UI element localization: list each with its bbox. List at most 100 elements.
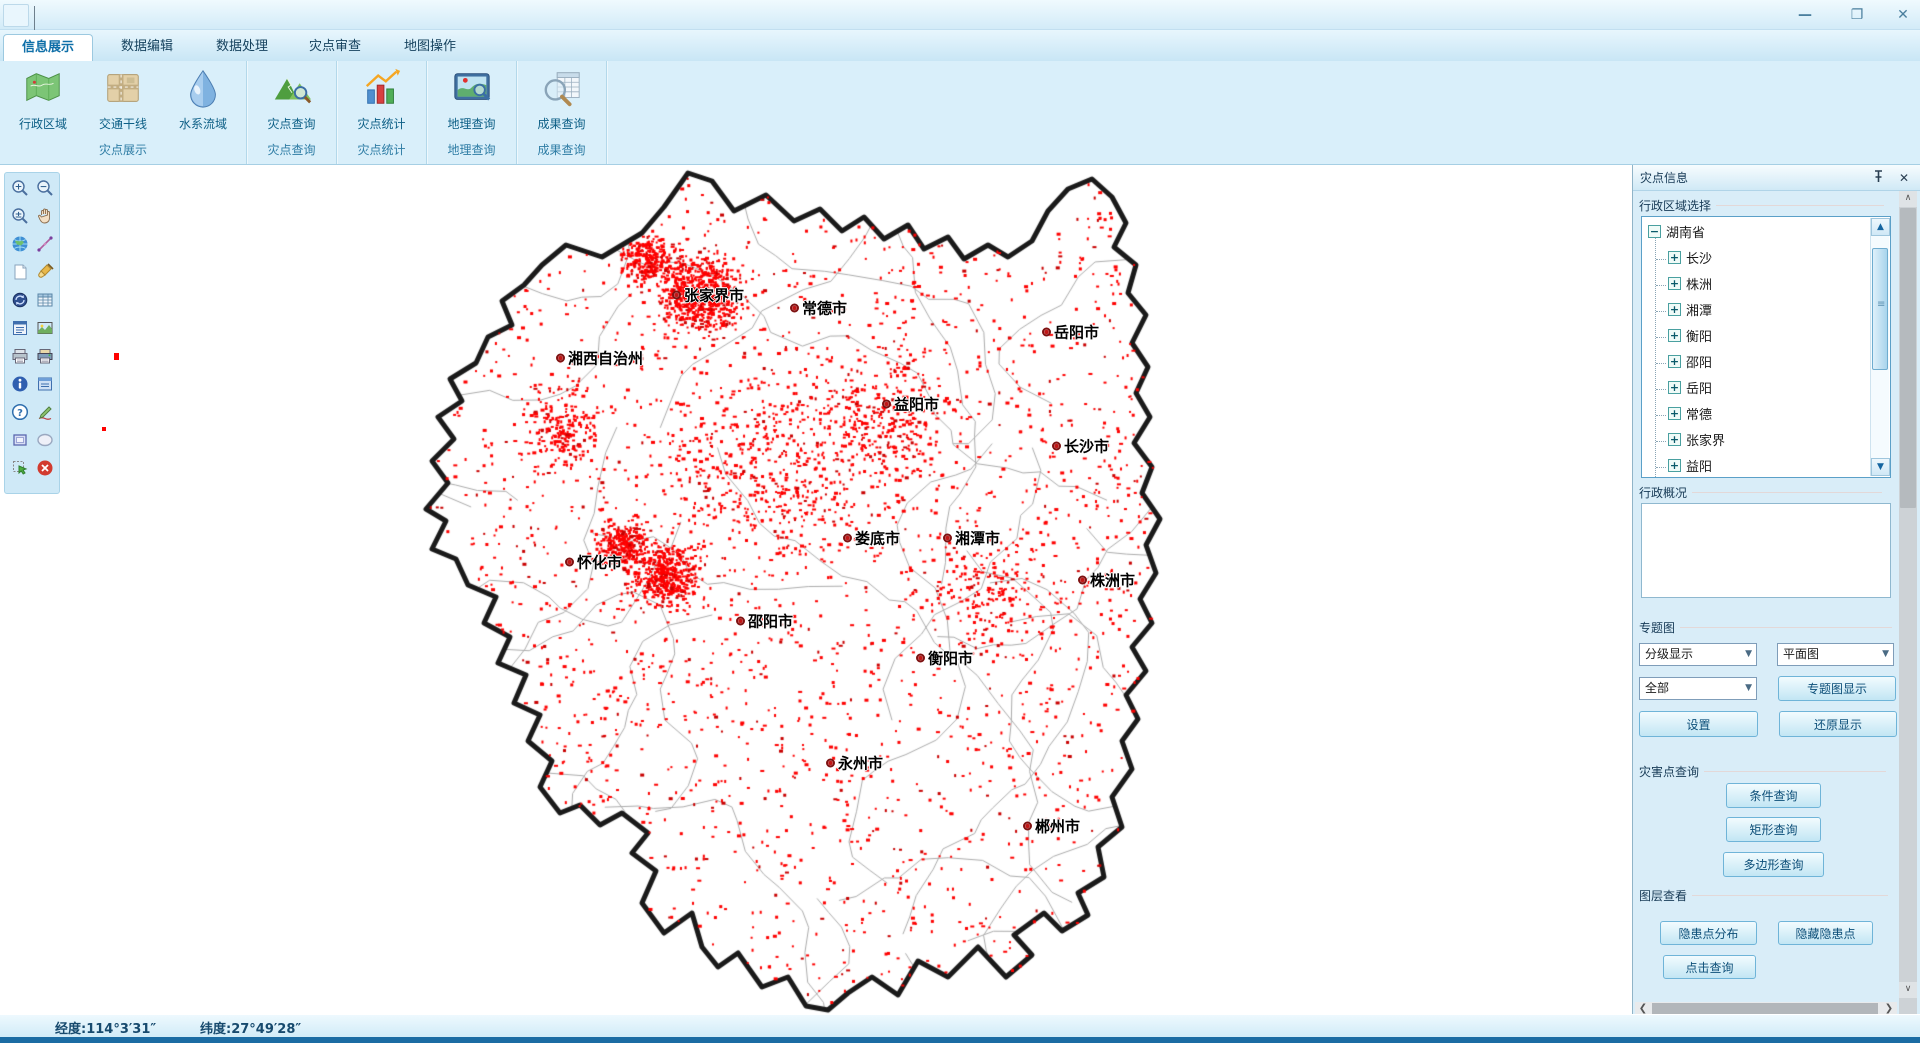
pan-tool[interactable] bbox=[32, 204, 57, 232]
pin-icon[interactable] bbox=[1869, 170, 1887, 187]
status-bar-bottom-strip bbox=[0, 1037, 1920, 1043]
clear-draw-tool[interactable] bbox=[32, 260, 57, 288]
select-feature-tool[interactable] bbox=[7, 456, 32, 484]
tree-item-changde[interactable]: +常德 bbox=[1668, 404, 1712, 423]
tab-disaster-review[interactable]: 灾点审查 bbox=[292, 34, 378, 61]
zoom-out-tool[interactable]: − bbox=[32, 176, 57, 204]
section-title-region-select: 行政区域选择 bbox=[1639, 197, 1884, 214]
chevron-down-icon[interactable]: ▼ bbox=[1882, 644, 1889, 665]
tree-item-hengyang[interactable]: +衡阳 bbox=[1668, 326, 1712, 345]
tab-map-operation[interactable]: 地图操作 bbox=[387, 34, 473, 61]
help-tool[interactable]: ? bbox=[7, 400, 32, 428]
restore-display-button[interactable]: 还原显示 bbox=[1779, 711, 1897, 737]
quick-access-box[interactable] bbox=[3, 4, 29, 27]
chevron-down-icon[interactable]: ▼ bbox=[1745, 678, 1752, 699]
expand-icon[interactable]: + bbox=[1668, 381, 1681, 394]
city-marker-icon bbox=[1023, 822, 1032, 831]
zoom-in-tool[interactable]: + bbox=[7, 176, 32, 204]
tab-data-process[interactable]: 数据处理 bbox=[199, 34, 285, 61]
scope-combobox[interactable]: 全部▼ bbox=[1639, 677, 1757, 700]
expand-icon[interactable]: + bbox=[1668, 303, 1681, 316]
result-query-button[interactable]: 成果查询 bbox=[522, 63, 602, 139]
admin-region-button[interactable]: 行政区域 bbox=[3, 63, 83, 139]
polygon-query-button[interactable]: 多边形查询 bbox=[1723, 852, 1824, 877]
refresh-tool[interactable] bbox=[7, 288, 32, 316]
tree-item-shaoyang[interactable]: + 邵阳 bbox=[1668, 352, 1712, 371]
map-canvas[interactable] bbox=[0, 165, 1632, 1014]
settings-button[interactable]: 设置 bbox=[1639, 711, 1758, 737]
sketch-tool[interactable] bbox=[32, 400, 57, 428]
close-button[interactable]: ✕ bbox=[1888, 4, 1918, 26]
ribbon-button-label: 地理查询 bbox=[447, 115, 495, 132]
expand-icon[interactable]: + bbox=[1668, 433, 1681, 446]
geo-query-button[interactable]: 地理查询 bbox=[432, 63, 512, 139]
panel-close-icon[interactable]: ✕ bbox=[1895, 170, 1913, 187]
water-system-button[interactable]: 水系流域 bbox=[163, 63, 243, 139]
hazard-distribution-button[interactable]: 隐患点分布 bbox=[1660, 921, 1757, 945]
expand-icon[interactable]: + bbox=[1668, 251, 1681, 264]
zoom-window-tool[interactable]: ± bbox=[7, 204, 32, 232]
condition-query-button[interactable]: 条件查询 bbox=[1726, 783, 1821, 808]
restore-button[interactable]: ❐ bbox=[1842, 4, 1872, 26]
traffic-lines-button[interactable]: 交通干线 bbox=[83, 63, 163, 139]
chevron-down-icon[interactable]: ▼ bbox=[1745, 644, 1752, 665]
identify-tool[interactable] bbox=[7, 372, 32, 400]
scroll-down-icon[interactable]: ∨ bbox=[1899, 982, 1917, 998]
section-title-thematic: 专题图 bbox=[1639, 619, 1892, 636]
export-image-tool[interactable] bbox=[32, 316, 57, 344]
print-preview-tool[interactable] bbox=[32, 344, 57, 372]
tree-item-zhuzhou[interactable]: +株洲 bbox=[1668, 274, 1712, 293]
tree-item-label: 邵阳 bbox=[1686, 352, 1712, 371]
select-ellipse-tool[interactable] bbox=[32, 428, 57, 456]
expand-icon[interactable]: + bbox=[1668, 459, 1681, 472]
disaster-stats-button[interactable]: 灾点统计 bbox=[342, 63, 422, 139]
click-query-button[interactable]: 点击查询 bbox=[1663, 955, 1756, 979]
expand-icon[interactable]: + bbox=[1668, 329, 1681, 342]
expand-icon[interactable]: + bbox=[1668, 407, 1681, 420]
ribbon-group-caption: 灾点统计 bbox=[337, 141, 426, 158]
attribute-table-tool[interactable] bbox=[32, 288, 57, 316]
panel-title: 灾点信息 bbox=[1640, 171, 1688, 185]
rectangle-query-button[interactable]: 矩形查询 bbox=[1726, 817, 1821, 842]
print-tool[interactable] bbox=[7, 344, 32, 372]
overview-window-tool[interactable] bbox=[32, 372, 57, 400]
tree-scroll-down-icon[interactable]: ▼ bbox=[1871, 458, 1890, 476]
tree-item-changsha[interactable]: +长沙 bbox=[1668, 248, 1712, 267]
expand-icon[interactable]: + bbox=[1668, 355, 1681, 368]
section-title-overview: 行政概况 bbox=[1639, 484, 1882, 501]
tree-item-zhangjiajie[interactable]: +张家界 bbox=[1668, 430, 1725, 449]
tree-item-yueyang[interactable]: +岳阳 bbox=[1668, 378, 1712, 397]
tree-scrollbar[interactable]: ▲ ▼ bbox=[1870, 218, 1889, 476]
tree-item-hunan[interactable]: −湖南省 bbox=[1648, 222, 1705, 241]
panel-vertical-scrollbar[interactable]: ∧ ∨ bbox=[1899, 191, 1917, 1014]
clear-page-tool[interactable] bbox=[7, 260, 32, 288]
tab-data-edit[interactable]: 数据编辑 bbox=[104, 34, 190, 61]
tree-scroll-up-icon[interactable]: ▲ bbox=[1871, 218, 1890, 236]
city-marker-icon bbox=[672, 291, 681, 300]
collapse-icon[interactable]: − bbox=[1648, 225, 1661, 238]
full-extent-tool[interactable] bbox=[7, 232, 32, 260]
tree-item-yiyang[interactable]: +益阳 bbox=[1668, 456, 1712, 475]
measure-tool[interactable] bbox=[32, 232, 57, 260]
layer-list-tool[interactable] bbox=[7, 316, 32, 344]
hide-hazards-button[interactable]: 隐藏隐患点 bbox=[1778, 921, 1873, 945]
disaster-query-button[interactable]: 灾点查询 bbox=[252, 63, 332, 139]
region-overview-textarea[interactable] bbox=[1641, 503, 1891, 598]
display-mode-combobox[interactable]: 分级显示▼ bbox=[1639, 643, 1757, 666]
expand-icon[interactable]: + bbox=[1668, 277, 1681, 290]
select-rect-tool[interactable] bbox=[7, 428, 32, 456]
ribbon-group-4: 成果查询成果查询 bbox=[517, 61, 607, 164]
scroll-up-icon[interactable]: ∧ bbox=[1899, 191, 1917, 207]
map-type-combobox[interactable]: 平面图▼ bbox=[1777, 643, 1894, 666]
city-name: 娄底市 bbox=[855, 528, 900, 549]
minimize-button[interactable]: — bbox=[1790, 4, 1820, 26]
tree-item-xiangtan[interactable]: +湘潭 bbox=[1668, 300, 1712, 319]
tree-scroll-thumb[interactable] bbox=[1872, 248, 1888, 370]
close-tool-tool[interactable] bbox=[32, 456, 57, 484]
thematic-show-button[interactable]: 专题图显示 bbox=[1778, 676, 1896, 701]
vertical-scroll-thumb[interactable] bbox=[1900, 208, 1916, 508]
tab-info-display[interactable]: 信息展示 bbox=[3, 34, 93, 61]
map-area[interactable]: 张家界市常德市岳阳市湘西自治州益阳市长沙市娄底市湘潭市怀化市株洲市邵阳市衡阳市永… bbox=[0, 165, 1632, 1014]
region-tree[interactable]: ▲ ▼ −湖南省+长沙+株洲+湘潭+衡阳+邵阳+岳阳+常德+张家界+益阳+郴州 bbox=[1641, 216, 1891, 478]
ribbon-button-label: 交通干线 bbox=[99, 115, 147, 132]
